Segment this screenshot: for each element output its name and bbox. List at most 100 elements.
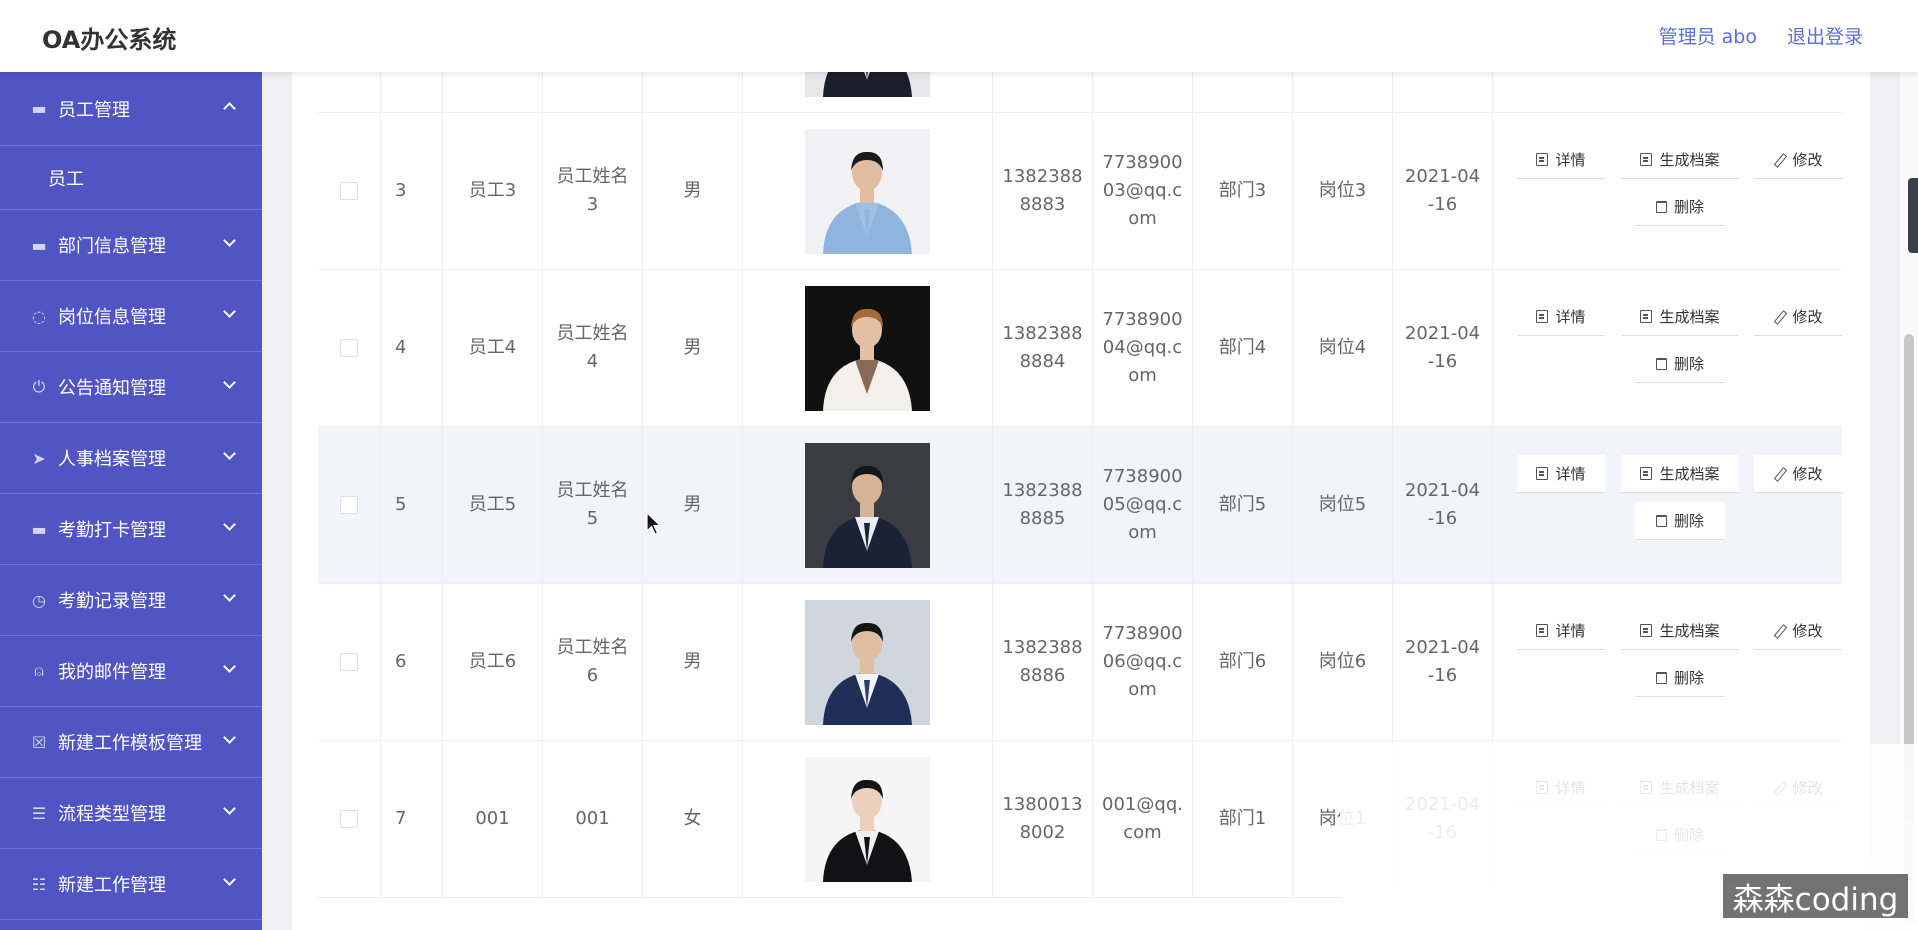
sidebar-item-mail[interactable]: ⍝ 我的邮件管理 bbox=[0, 636, 262, 707]
top-right-actions: 管理员 abo 退出登录 bbox=[1659, 22, 1863, 49]
employee-number: 员工4 bbox=[443, 270, 543, 426]
sidebar-item-checkin[interactable]: ▬ 考勤打卡管理 bbox=[0, 494, 262, 565]
detail-button[interactable]: 详情 bbox=[1517, 298, 1605, 336]
trash-icon bbox=[1655, 200, 1667, 213]
employee-photo[interactable] bbox=[805, 128, 930, 254]
employee-department: 部门6 bbox=[1193, 584, 1293, 740]
edit-icon bbox=[1773, 310, 1785, 323]
delete-button[interactable]: 删除 bbox=[1635, 188, 1725, 226]
delete-box-icon: ☒ bbox=[31, 732, 47, 752]
send-icon: ➤ bbox=[32, 448, 46, 468]
chevron-down-icon bbox=[223, 376, 236, 389]
sidebar-item-position[interactable]: ◌ 岗位信息管理 bbox=[0, 281, 262, 352]
chevron-down-icon bbox=[223, 447, 236, 460]
edge-widget[interactable] bbox=[1908, 178, 1918, 253]
generate-archive-button[interactable]: 生成档案 bbox=[1621, 769, 1739, 807]
chevron-down-icon bbox=[223, 873, 236, 886]
sidebar-item-label: 岗位信息管理 bbox=[58, 307, 166, 328]
sidebar-item-notice[interactable]: ⏻ 公告通知管理 bbox=[0, 352, 262, 423]
bell-off-icon: ◌ bbox=[32, 306, 46, 326]
employee-gender: 男 bbox=[643, 270, 743, 426]
employee-name: 员工姓名 6 bbox=[543, 584, 643, 740]
employee-photo[interactable] bbox=[805, 599, 930, 725]
document-icon bbox=[1536, 310, 1549, 323]
delete-button[interactable]: 删除 bbox=[1635, 502, 1725, 540]
scrollbar-thumb[interactable] bbox=[1904, 334, 1914, 924]
row-checkbox[interactable] bbox=[340, 810, 358, 828]
current-user[interactable]: 管理员 abo bbox=[1659, 22, 1757, 49]
employee-name: 员工姓名 5 bbox=[543, 427, 643, 583]
sidebar-item-hr-archive[interactable]: ➤ 人事档案管理 bbox=[0, 423, 262, 494]
watermark: 森森coding bbox=[1723, 874, 1908, 918]
sidebar-item-new-work[interactable]: ☷ 新建工作管理 bbox=[0, 849, 262, 920]
app-title: OA办公系统 bbox=[42, 26, 177, 54]
detail-button[interactable]: 详情 bbox=[1517, 612, 1605, 650]
row-index: 7 bbox=[381, 741, 443, 897]
employee-name: 员工姓名 3 bbox=[543, 113, 643, 269]
delete-button[interactable]: 删除 bbox=[1635, 816, 1725, 854]
sidebar-item-work-template[interactable]: ☒ 新建工作模板管理 bbox=[0, 707, 262, 778]
actions-cell: 详情生成档案修改删除 bbox=[1493, 270, 1842, 426]
edit-button[interactable]: 修改 bbox=[1754, 455, 1842, 493]
sidebar-item-attendance[interactable]: ◷ 考勤记录管理 bbox=[0, 565, 262, 636]
employee-photo[interactable] bbox=[805, 756, 930, 882]
employee-number: 员工2 bbox=[443, 72, 543, 112]
document-icon bbox=[1536, 467, 1549, 480]
employee-name: 001 bbox=[543, 741, 643, 897]
employee-email: 7738900 03@qq.c om bbox=[1093, 113, 1193, 269]
sidebar-item-process-type[interactable]: ☰ 流程类型管理 bbox=[0, 778, 262, 849]
detail-button[interactable]: 详情 bbox=[1517, 141, 1605, 179]
row-checkbox-cell bbox=[318, 270, 381, 426]
employee-phone: 1382388 8885 bbox=[993, 427, 1093, 583]
row-index: 2 bbox=[381, 72, 443, 112]
edit-button[interactable]: 修改 bbox=[1754, 612, 1842, 650]
sidebar-item-label: 流程类型管理 bbox=[58, 804, 166, 825]
generate-archive-button[interactable]: 生成档案 bbox=[1621, 612, 1739, 650]
sidebar: ▬ 员工管理 员工 ▬ 部门信息管理 ◌ 岗位信息管理 ⏻ 公告通知管理 ➤ 人… bbox=[0, 72, 262, 930]
document-icon bbox=[1640, 467, 1653, 480]
generate-archive-button[interactable]: 生成档案 bbox=[1621, 455, 1739, 493]
employee-photo[interactable] bbox=[805, 285, 930, 411]
logout-link[interactable]: 退出登录 bbox=[1787, 22, 1863, 49]
detail-button[interactable]: 详情 bbox=[1517, 769, 1605, 807]
document-icon bbox=[1640, 153, 1653, 166]
delete-button[interactable]: 删除 bbox=[1635, 345, 1725, 383]
row-index: 3 bbox=[381, 113, 443, 269]
edit-button[interactable]: 修改 bbox=[1754, 298, 1842, 336]
employee-photo[interactable] bbox=[805, 442, 930, 568]
edit-button[interactable]: 修改 bbox=[1754, 769, 1842, 807]
detail-button[interactable]: 详情 bbox=[1517, 455, 1605, 493]
employee-number: 员工6 bbox=[443, 584, 543, 740]
monitor-icon: ▬ bbox=[31, 99, 47, 118]
employee-number: 员工3 bbox=[443, 113, 543, 269]
microphone-icon: ⍝ bbox=[34, 661, 44, 680]
row-checkbox[interactable] bbox=[340, 496, 358, 514]
row-checkbox[interactable] bbox=[340, 339, 358, 357]
edit-button[interactable]: 修改 bbox=[1754, 141, 1842, 179]
actions-cell: 详情生成档案修改删除 bbox=[1493, 72, 1842, 112]
sidebar-item-label: 部门信息管理 bbox=[58, 236, 166, 257]
generate-archive-button[interactable]: 生成档案 bbox=[1621, 141, 1739, 179]
table-row: 7 001 001 女 1380013 8002 001@qq. com 部门1 岗位1 202… bbox=[318, 741, 1842, 898]
row-checkbox[interactable] bbox=[340, 653, 358, 671]
sidebar-subitem-employee[interactable]: 员工 bbox=[0, 146, 262, 210]
trash-icon bbox=[1655, 514, 1667, 527]
row-checkbox[interactable] bbox=[340, 182, 358, 200]
sidebar-item-department[interactable]: ▬ 部门信息管理 bbox=[0, 210, 262, 281]
sidebar-item-employee[interactable]: ▬ 员工管理 bbox=[0, 72, 262, 146]
chevron-down-icon bbox=[223, 305, 236, 318]
employee-position: 岗位2 bbox=[1293, 72, 1393, 112]
document-icon bbox=[1640, 310, 1653, 323]
employee-date: 2021-04 -16 bbox=[1393, 113, 1493, 269]
generate-archive-button[interactable]: 生成档案 bbox=[1621, 298, 1739, 336]
employee-photo[interactable] bbox=[805, 72, 930, 97]
employee-name: 员工姓名 4 bbox=[543, 270, 643, 426]
employee-gender: 男 bbox=[643, 584, 743, 740]
document-icon bbox=[1536, 781, 1549, 794]
employee-position: 岗位6 bbox=[1293, 584, 1393, 740]
delete-button[interactable]: 删除 bbox=[1635, 659, 1725, 697]
photo-cell bbox=[743, 72, 993, 112]
actions-cell: 详情生成档案修改删除 bbox=[1493, 584, 1842, 740]
employee-date: 2021-04 -16 bbox=[1393, 584, 1493, 740]
chevron-down-icon bbox=[223, 234, 236, 247]
